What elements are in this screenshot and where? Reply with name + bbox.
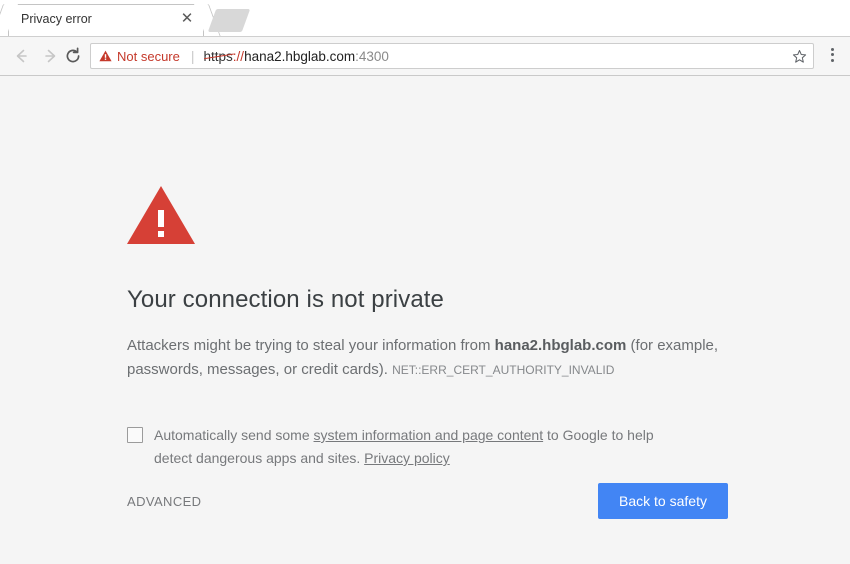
three-dot-menu-icon[interactable] [820,45,844,67]
error-code: NET::ERR_CERT_AUTHORITY_INVALID [392,363,615,377]
new-tab-icon[interactable] [207,9,251,32]
omnibox-separator: | [190,48,195,64]
back-arrow-glyph [16,49,27,63]
interstitial-footer: ADVANCED Back to safety [127,483,728,519]
error-description-part1: Attackers might be trying to steal your … [127,337,495,354]
error-host: hana2.hbglab.com [494,337,627,354]
forward-icon[interactable] [40,46,62,68]
back-to-safety-button[interactable]: Back to safety [598,483,728,519]
error-description: Attackers might be trying to steal your … [127,334,727,382]
url-colon-slash: :// [232,48,245,64]
exclamation-mark [158,210,164,237]
page-title: Your connection is not private [127,286,444,313]
warning-triangle-icon [99,50,112,62]
menu-dot [830,53,834,56]
exclamation-dot [158,231,164,237]
url-text[interactable]: https://hana2.hbglab.com:4300 [204,49,786,64]
browser-window: Privacy error ✕ Not secure | https://han… [0,0,850,564]
forward-arrow-glyph [45,49,56,63]
browser-toolbar: Not secure | https://hana2.hbglab.com:43… [0,37,850,76]
security-status[interactable]: Not secure [99,49,180,64]
optin-text-part1: Automatically send some [154,427,314,443]
security-status-label: Not secure [117,48,180,64]
reload-arrow-glyph [66,47,80,63]
url-host: hana2.hbglab.com [244,48,356,64]
red-warning-triangle-icon [127,186,195,244]
privacy-policy-link[interactable]: Privacy policy [364,450,450,466]
send-report-label: Automatically send some system informati… [154,424,687,470]
back-icon[interactable] [10,46,32,68]
page-content: Your connection is not private Attackers… [0,76,850,564]
send-report-optin: Automatically send some system informati… [127,424,687,470]
advanced-button[interactable]: ADVANCED [127,494,201,509]
url-port: :4300 [355,48,389,64]
address-bar[interactable]: Not secure | https://hana2.hbglab.com:43… [90,43,814,69]
tab-strip: Privacy error ✕ [0,0,850,37]
exclamation-stem [158,210,164,227]
tab-title: Privacy error [21,12,92,26]
star-glyph [792,49,807,63]
menu-dot [830,47,834,51]
star-icon[interactable] [792,49,807,64]
ssl-interstitial: Your connection is not private Attackers… [127,186,727,470]
url-scheme: https [203,48,233,64]
tab-privacy-error[interactable]: Privacy error ✕ [8,4,204,36]
send-report-checkbox[interactable] [127,427,143,443]
menu-dot [830,58,834,62]
reload-icon[interactable] [62,46,84,68]
close-icon[interactable]: ✕ [179,10,195,27]
system-information-link[interactable]: system information and page content [314,427,544,443]
